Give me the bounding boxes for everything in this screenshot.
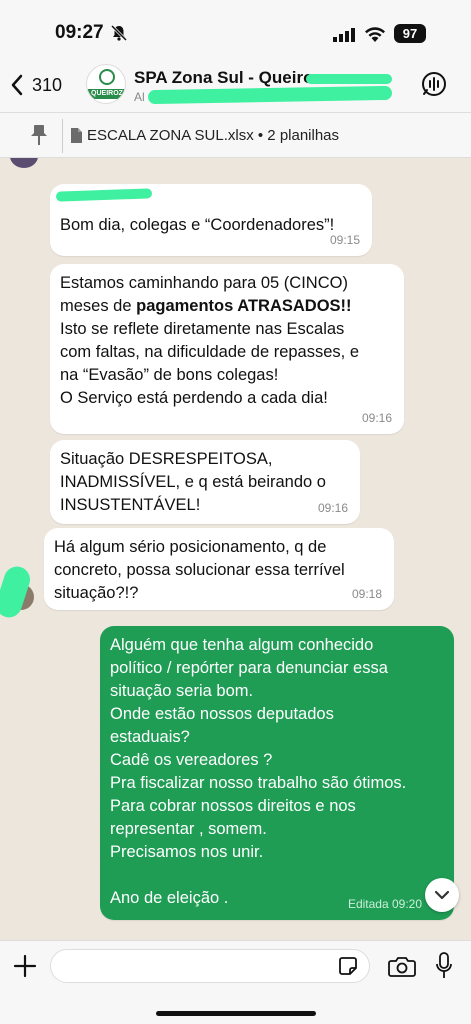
- message-time: 09:18: [351, 587, 382, 601]
- pin-icon: [31, 125, 47, 145]
- unread-count: 310: [32, 74, 63, 95]
- composer-bar: [0, 940, 471, 1024]
- avatar-logo-text: QUEIROZ: [87, 89, 125, 99]
- scroll-to-bottom-button[interactable]: [425, 878, 459, 912]
- back-button[interactable]: 310: [10, 70, 80, 100]
- chevron-left-icon: [11, 74, 23, 96]
- message-input[interactable]: [50, 949, 370, 983]
- plus-icon[interactable]: [12, 953, 38, 979]
- message-list[interactable]: Bom dia, colegas e “Coordenadores”! 09:1…: [0, 158, 471, 940]
- sender-avatar[interactable]: [0, 563, 34, 621]
- pinned-divider: [62, 119, 63, 153]
- redaction-mark: [147, 85, 393, 105]
- chat-header: 310 QUEIROZ SPA Zona Sul - Queiroz Al: [0, 60, 471, 112]
- message-time: 09:15: [329, 233, 360, 247]
- message-bubble[interactable]: Estamos caminhando para 05 (CINCO) meses…: [50, 264, 404, 434]
- wifi-icon: [365, 27, 385, 42]
- message-bubble[interactable]: Situação DESRESPEITOSA, INADMISSÍVEL, e …: [50, 440, 360, 524]
- chevron-down-icon: [434, 890, 450, 900]
- home-indicator: [156, 1011, 316, 1016]
- message-text: Estamos caminhando para 05 (CINCO) meses…: [60, 274, 360, 407]
- message-text: Há algum sério posicionamento, q de conc…: [54, 538, 345, 602]
- message-time: 09:16: [361, 411, 392, 425]
- chat-title[interactable]: SPA Zona Sul - Queiroz: [134, 68, 322, 88]
- message-bubble[interactable]: Há algum sério posicionamento, q de conc…: [44, 528, 394, 610]
- outgoing-message-bubble[interactable]: Alguém que tenha algum conhecido polític…: [100, 626, 454, 920]
- chat-subtitle: Al: [134, 90, 145, 104]
- status-time: 09:27: [55, 22, 104, 43]
- sender-avatar[interactable]: [10, 158, 38, 168]
- group-avatar[interactable]: QUEIROZ: [86, 64, 126, 104]
- message-text: Alguém que tenha algum conhecido polític…: [110, 636, 407, 907]
- redaction-mark: [306, 74, 392, 84]
- message-text: Situação DESRESPEITOSA, INADMISSÍVEL, e …: [60, 450, 326, 514]
- message-time: 09:16: [317, 501, 348, 515]
- camera-icon[interactable]: [388, 954, 416, 978]
- avatar-logo-mark: [99, 69, 115, 85]
- message-time: Editada 09:20: [347, 897, 422, 911]
- voice-call-icon[interactable]: [420, 70, 448, 98]
- sticker-icon[interactable]: [338, 956, 358, 976]
- status-bar: 09:27 97: [0, 0, 471, 60]
- message-bold-text: pagamentos ATRASADOS!!: [136, 297, 352, 315]
- signal-icon: [333, 28, 355, 42]
- pinned-message-bar[interactable]: ESCALA ZONA SUL.xlsx • 2 planilhas: [0, 112, 471, 158]
- bell-off-icon: [110, 24, 128, 42]
- microphone-icon[interactable]: [435, 952, 453, 980]
- document-icon: [71, 128, 82, 143]
- pinned-file-label: ESCALA ZONA SUL.xlsx • 2 planilhas: [87, 127, 340, 144]
- battery-indicator: 97: [394, 24, 426, 43]
